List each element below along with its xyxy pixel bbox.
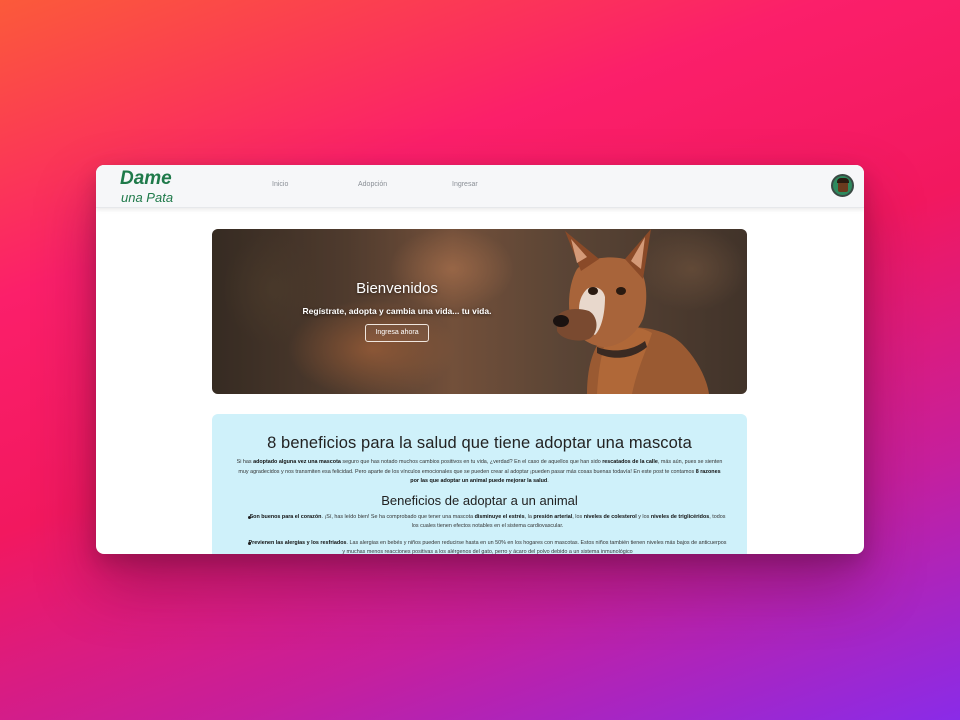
- brand-line-1: Dame: [120, 168, 172, 189]
- ingresa-ahora-button[interactable]: Ingresa ahora: [365, 324, 429, 342]
- text-run: .: [547, 478, 549, 484]
- text-run: y los: [636, 513, 651, 520]
- bold-text: presión arterial: [533, 513, 573, 520]
- text-run: . Las alergias en bebés y niños pueden r…: [342, 539, 727, 555]
- bold-text: Previenen las alergias y los resfriados: [248, 539, 347, 546]
- text-run: , los: [572, 513, 584, 520]
- hero-title: Bienvenidos: [356, 280, 438, 297]
- bold-text: Son buenos para el corazón: [249, 513, 322, 520]
- article-card: 8 beneficios para la salud que tiene ado…: [212, 414, 747, 554]
- benefit-item: Previenen las alergias y los resfriados.…: [248, 539, 727, 555]
- nav-link-ingresar[interactable]: Ingresar: [452, 181, 478, 188]
- text-run: Si has: [236, 459, 254, 465]
- user-avatar-icon[interactable]: [831, 174, 854, 197]
- article-title: 8 beneficios para la salud que tiene ado…: [267, 434, 692, 452]
- article-intro: Si has adoptado alguna vez una mascota s…: [232, 458, 727, 487]
- brand-line-2: una Pata: [121, 190, 174, 205]
- avatar-hair: [837, 178, 849, 183]
- brand-logo[interactable]: Dame una Pata: [120, 169, 173, 204]
- nav-link-inicio[interactable]: Inicio: [272, 181, 288, 188]
- benefits-list: Son buenos para el corazón. ¡Sí, has leí…: [232, 513, 727, 555]
- text-run: seguro que has notado muchos cambios pos…: [340, 459, 603, 465]
- bold-text: niveles de colesterol: [583, 513, 637, 520]
- hero-subtitle: Regístrate, adopta y cambia una vida... …: [302, 306, 492, 316]
- hero-banner: Bienvenidos Regístrate, adopta y cambia …: [212, 229, 747, 394]
- browser-window: Dame una Pata Inicio Adopción Ingresar B…: [96, 165, 864, 554]
- nav-link-adopcion[interactable]: Adopción: [358, 181, 387, 188]
- article-subtitle: Beneficios de adoptar a un animal: [381, 492, 578, 508]
- bold-text: disminuye el estrés: [474, 513, 525, 520]
- bold-text: adoptado alguna vez una mascota: [253, 459, 341, 465]
- benefit-item: Son buenos para el corazón. ¡Sí, has leí…: [248, 513, 727, 532]
- navbar: Dame una Pata Inicio Adopción Ingresar: [96, 165, 864, 208]
- bold-text: rescatados de la calle: [602, 459, 658, 465]
- bold-text: niveles de triglicéridos: [650, 513, 710, 520]
- text-run: . ¡Sí, has leído bien! Se ha comprobado …: [321, 513, 475, 520]
